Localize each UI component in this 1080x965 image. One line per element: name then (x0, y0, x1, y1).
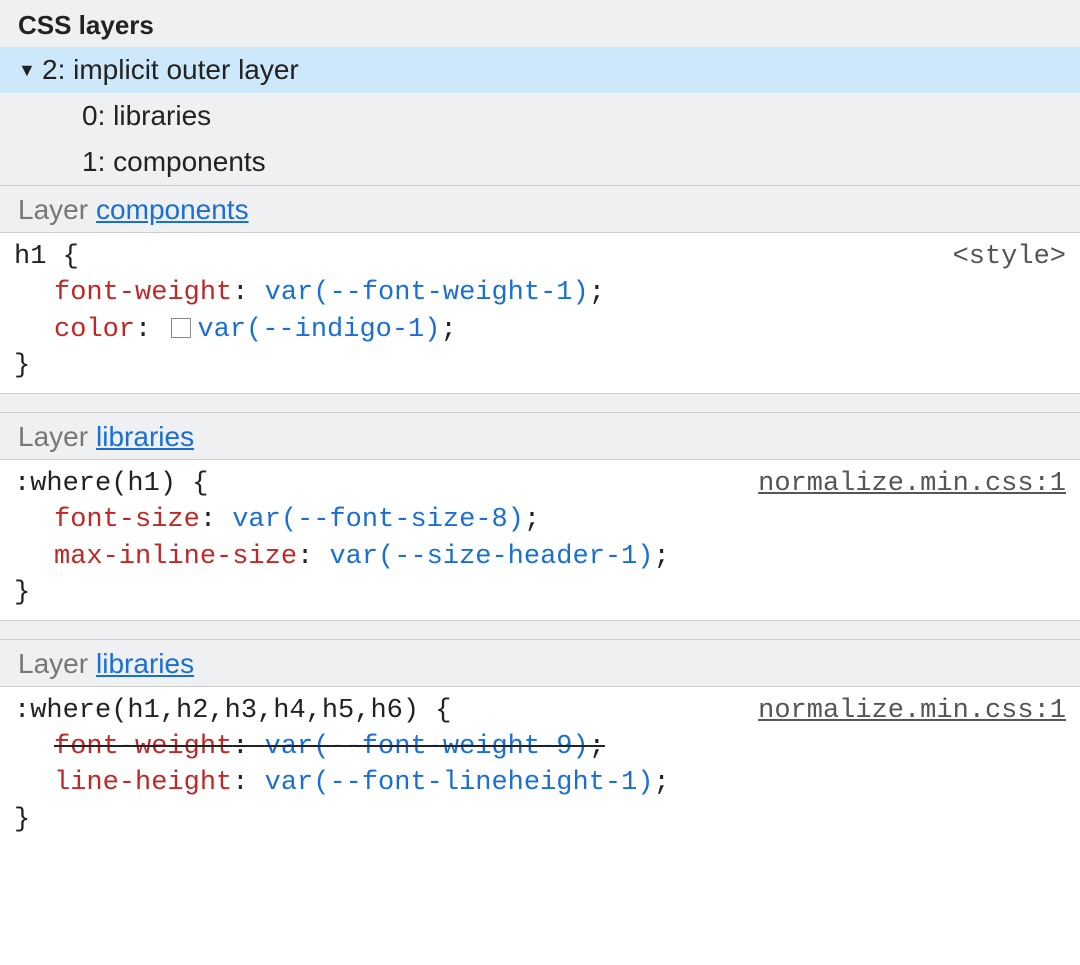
layer-link[interactable]: libraries (96, 648, 194, 680)
color-swatch-icon[interactable] (171, 318, 191, 338)
rule-source[interactable]: normalize.min.css:1 (758, 693, 1066, 729)
disclosure-triangle-icon[interactable]: ▼ (18, 60, 38, 81)
css-rule[interactable]: :where(h1,h2,h3,h4,h5,h6) { normalize.mi… (0, 687, 1080, 847)
layer-section-header: Layer libraries (0, 639, 1080, 687)
layer-label-prefix: Layer (18, 194, 88, 226)
brace-open: { (435, 696, 451, 726)
css-value[interactable]: var(--size-header-1) (329, 542, 653, 572)
css-declaration[interactable]: line-height: var(--font-lineheight-1); (54, 765, 1066, 801)
css-property[interactable]: font-size (54, 505, 200, 535)
layer-row-child-1[interactable]: 1: components (0, 139, 1080, 185)
layer-section-header: Layer components (0, 185, 1080, 233)
layer-label: 1: components (82, 146, 266, 178)
css-value[interactable]: var(--font-weight-9) (265, 732, 589, 762)
rule-selector[interactable]: :where(h1,h2,h3,h4,h5,h6) (14, 696, 419, 726)
brace-close: } (14, 578, 30, 608)
css-declaration[interactable]: color: var(--indigo-1); (54, 312, 1066, 348)
css-declaration[interactable]: font-size: var(--font-size-8); (54, 502, 1066, 538)
css-value[interactable]: var(--indigo-1) (197, 315, 440, 345)
css-value[interactable]: var(--font-weight-1) (265, 278, 589, 308)
rule-selector[interactable]: h1 (14, 242, 46, 272)
css-property[interactable]: max-inline-size (54, 542, 297, 572)
brace-open: { (63, 242, 79, 272)
layer-link[interactable]: components (96, 194, 249, 226)
layer-label-prefix: Layer (18, 648, 88, 680)
layer-label: 2: implicit outer layer (42, 54, 299, 86)
rule-selector[interactable]: :where(h1) (14, 469, 176, 499)
section-gap (0, 394, 1080, 412)
rule-source[interactable]: normalize.min.css:1 (758, 466, 1066, 502)
css-property[interactable]: font-weight (54, 732, 232, 762)
css-declaration[interactable]: font-weight: var(--font-weight-1); (54, 275, 1066, 311)
styles-panel: CSS layers ▼ 2: implicit outer layer 0: … (0, 0, 1080, 846)
css-rule[interactable]: h1 { <style> font-weight: var(--font-wei… (0, 233, 1080, 394)
css-property[interactable]: font-weight (54, 278, 232, 308)
section-gap (0, 621, 1080, 639)
css-declaration-overridden[interactable]: font-weight: var(--font-weight-9); (54, 729, 1066, 765)
brace-close: } (14, 351, 30, 381)
layer-label: 0: libraries (82, 100, 211, 132)
layer-row-child-0[interactable]: 0: libraries (0, 93, 1080, 139)
layer-label-prefix: Layer (18, 421, 88, 453)
css-declaration[interactable]: max-inline-size: var(--size-header-1); (54, 539, 1066, 575)
css-property[interactable]: line-height (54, 768, 232, 798)
css-value[interactable]: var(--font-lineheight-1) (265, 768, 654, 798)
brace-close: } (14, 805, 30, 835)
rule-source[interactable]: <style> (953, 239, 1066, 275)
css-value[interactable]: var(--font-size-8) (232, 505, 524, 535)
css-rule[interactable]: :where(h1) { normalize.min.css:1 font-si… (0, 460, 1080, 621)
layer-row-selected[interactable]: ▼ 2: implicit outer layer (0, 47, 1080, 93)
layers-list: ▼ 2: implicit outer layer 0: libraries 1… (0, 47, 1080, 185)
layer-link[interactable]: libraries (96, 421, 194, 453)
css-property[interactable]: color (54, 315, 135, 345)
brace-open: { (192, 469, 208, 499)
layer-section-header: Layer libraries (0, 412, 1080, 460)
panel-title: CSS layers (0, 0, 1080, 47)
